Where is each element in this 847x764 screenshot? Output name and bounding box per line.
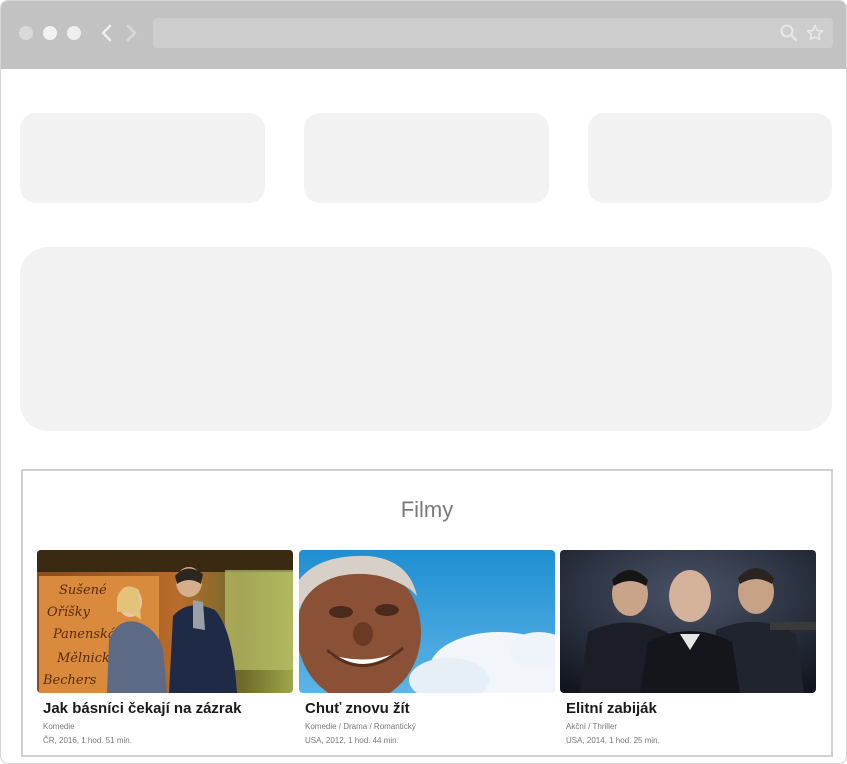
search-icon[interactable]: [779, 23, 799, 43]
film-poster-image[interactable]: [299, 550, 555, 693]
films-widget: Filmy Sušené Oříšky Panenská Mělnicka Be…: [21, 469, 833, 757]
film-title[interactable]: Jak básníci čekají na zázrak: [37, 700, 293, 717]
placeholder-banner: [20, 247, 832, 431]
star-icon[interactable]: [805, 23, 825, 43]
chevron-right-icon[interactable]: [121, 21, 141, 45]
svg-text:Bechers: Bechers: [42, 673, 97, 688]
window-close-dot[interactable]: [19, 26, 33, 40]
svg-text:Oříšky: Oříšky: [47, 605, 91, 620]
svg-text:Panenská: Panenská: [52, 627, 116, 642]
window-minimize-dot[interactable]: [43, 26, 57, 40]
film-title[interactable]: Elitní zabiják: [560, 700, 816, 717]
film-poster-image[interactable]: [560, 550, 816, 693]
svg-text:Sušené: Sušené: [59, 583, 107, 598]
films-heading: Filmy: [400, 497, 454, 522]
window-maximize-dot[interactable]: [67, 26, 81, 40]
film-genre: Komedie: [43, 722, 75, 731]
film-poster-image[interactable]: Sušené Oříšky Panenská Mělnicka Bechers: [37, 550, 293, 693]
film-genre: Komedie / Drama / Romantický: [305, 722, 416, 731]
film-genre: Akční / Thriller: [566, 722, 617, 731]
browser-window: Filmy Sušené Oříšky Panenská Mělnicka Be…: [0, 0, 847, 764]
film-title[interactable]: Chuť znovu žít: [299, 700, 555, 717]
film-meta: USA, 2012, 1 hod. 44 min.: [305, 736, 399, 745]
chevron-left-icon[interactable]: [97, 21, 117, 45]
film-meta: ČR, 2016, 1 hod. 51 min.: [43, 736, 132, 745]
placeholder-block-1: [20, 113, 265, 203]
placeholder-block-2: [304, 113, 549, 203]
film-meta: USA, 2014, 1 hod. 25 min.: [566, 736, 660, 745]
address-bar[interactable]: [153, 18, 833, 48]
placeholder-block-3: [588, 113, 832, 203]
browser-titlebar: [1, 1, 846, 69]
film-card[interactable]: Chuť znovu žít Komedie / Drama / Romanti…: [299, 550, 555, 745]
film-card[interactable]: Elitní zabiják Akční / Thriller USA, 201…: [560, 550, 816, 745]
film-card[interactable]: Sušené Oříšky Panenská Mělnicka Bechers: [37, 550, 293, 745]
